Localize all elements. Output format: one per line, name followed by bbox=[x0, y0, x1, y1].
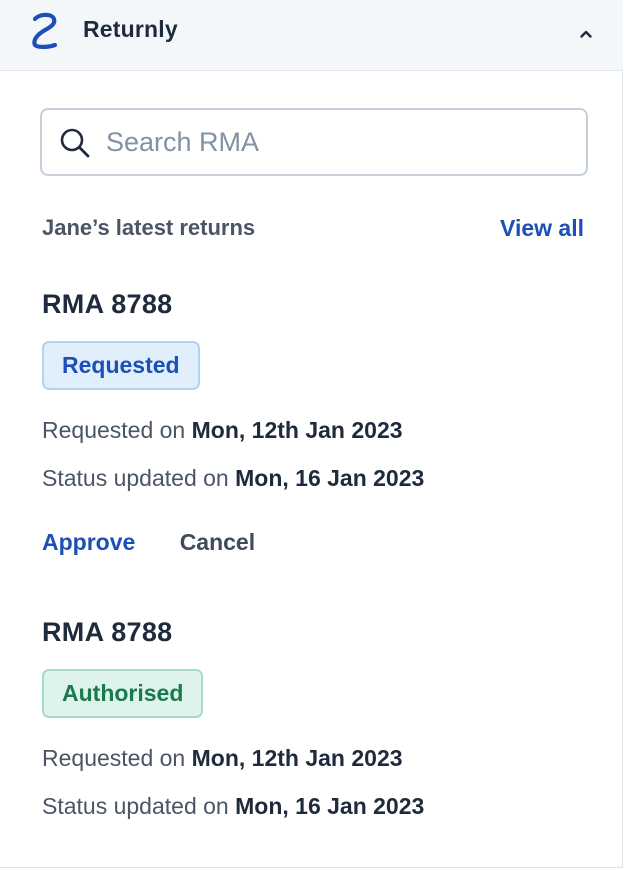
updated-date-row: Status updated on Mon, 16 Jan 2023 bbox=[42, 465, 424, 492]
search-icon bbox=[60, 128, 90, 158]
returnly-logo-icon bbox=[32, 12, 58, 49]
requested-date: Mon, 12th Jan 2023 bbox=[191, 745, 403, 771]
status-badge: Authorised bbox=[42, 669, 204, 718]
requested-date: Mon, 12th Jan 2023 bbox=[191, 417, 403, 443]
return-actions: Approve Cancel bbox=[42, 529, 255, 556]
view-all-link[interactable]: View all bbox=[500, 215, 584, 242]
updated-label: Status updated on bbox=[42, 465, 229, 491]
section-title: Jane’s latest returns bbox=[42, 215, 256, 240]
requested-label: Requested on bbox=[42, 745, 186, 771]
requested-label: Requested on bbox=[42, 417, 186, 443]
updated-date-row: Status updated on Mon, 16 Jan 2023 bbox=[42, 793, 424, 820]
approve-button[interactable]: Approve bbox=[42, 529, 135, 555]
search-box[interactable] bbox=[40, 108, 588, 176]
updated-label: Status updated on bbox=[42, 793, 229, 819]
requested-date-row: Requested on Mon, 12th Jan 2023 bbox=[42, 745, 403, 772]
rma-title: RMA 8788 bbox=[42, 289, 173, 319]
app-title: Returnly bbox=[83, 16, 178, 42]
rma-title: RMA 8788 bbox=[42, 617, 173, 647]
updated-date: Mon, 16 Jan 2023 bbox=[235, 465, 425, 491]
chevron-up-icon bbox=[580, 30, 592, 38]
returnly-panel: Returnly Jane’s latest returns View all … bbox=[0, 0, 623, 868]
status-badge: Requested bbox=[42, 341, 200, 390]
requested-date-row: Requested on Mon, 12th Jan 2023 bbox=[42, 417, 403, 444]
panel-header: Returnly bbox=[0, 0, 623, 71]
cancel-button[interactable]: Cancel bbox=[180, 529, 255, 555]
search-input[interactable] bbox=[106, 120, 566, 164]
collapse-button[interactable] bbox=[574, 22, 598, 46]
updated-date: Mon, 16 Jan 2023 bbox=[235, 793, 425, 819]
